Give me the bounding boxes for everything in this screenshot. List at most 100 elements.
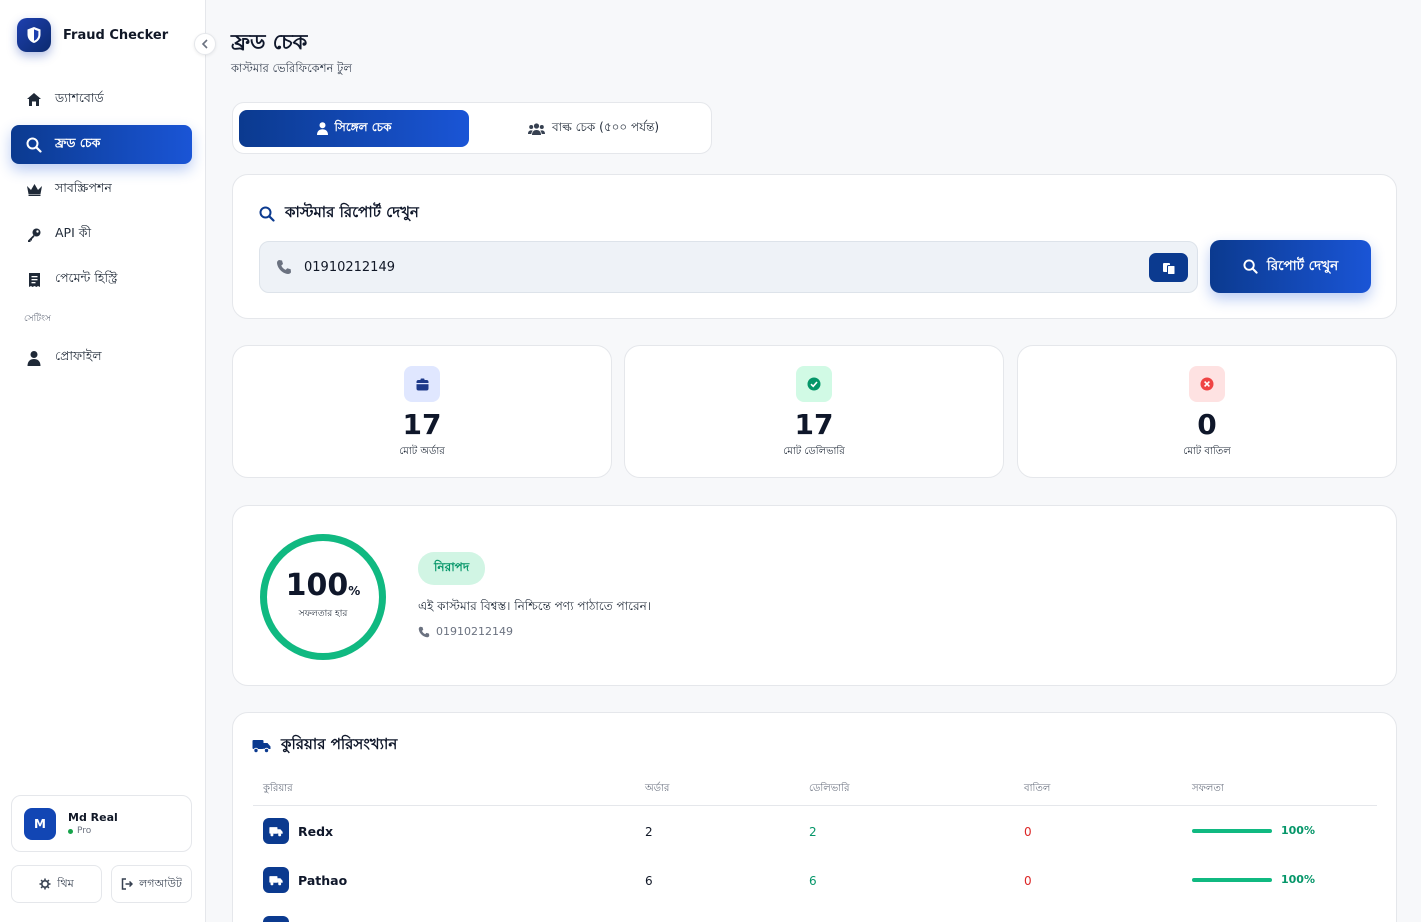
- avatar: M: [24, 807, 56, 840]
- status-badge: নিরাপদ: [418, 552, 486, 585]
- collapse-sidebar-button[interactable]: [194, 33, 216, 55]
- logout-button[interactable]: লগআউট: [111, 865, 192, 903]
- brand[interactable]: Fraud Checker: [17, 18, 168, 52]
- chevron-left-icon: [201, 39, 208, 49]
- column-header-orders: অর্ডার: [645, 783, 670, 794]
- check-circle-icon: [796, 366, 832, 402]
- sidebar-item-dashboard[interactable]: ড্যাশবোর্ড: [11, 80, 192, 119]
- sidebar-item-label: সাবস্ক্রিপশন: [55, 179, 112, 195]
- user-plan-label: Pro: [77, 826, 92, 836]
- phone-icon: [418, 626, 430, 637]
- courier-name: Pathao: [298, 873, 348, 888]
- user-meta: Md Real Pro: [68, 811, 118, 836]
- courier-cancelled: 0: [1024, 825, 1032, 839]
- user-name: Md Real: [68, 811, 118, 824]
- truck-icon: [263, 818, 289, 844]
- courier-stats-card: কুরিয়ার পরিসংখ্যান কুরিয়ার অর্ডার ডেলি…: [232, 712, 1397, 922]
- sidebar-item-api-key[interactable]: API কী: [11, 215, 192, 254]
- stat-value: 17: [794, 408, 834, 441]
- user-icon: [316, 122, 328, 135]
- page-subtitle: কাস্টমার ভেরিফিকেশন টুল: [231, 61, 352, 75]
- truck-icon: [263, 916, 289, 922]
- brand-name: Fraud Checker: [63, 27, 169, 43]
- user-icon: [25, 349, 43, 367]
- success-rate-value: 100%: [258, 568, 388, 603]
- paste-button[interactable]: [1149, 253, 1188, 282]
- column-header-delivered: ডেলিভারি: [809, 783, 850, 794]
- stat-value: 0: [1197, 408, 1217, 441]
- x-circle-icon: [1189, 366, 1225, 402]
- search-card-title-text: কাস্টমার রিপোর্ট দেখুন: [285, 203, 419, 221]
- key-icon: [25, 226, 43, 244]
- theme-button[interactable]: থিম: [11, 865, 102, 903]
- success-rate-ring: 100% সফলতার হার: [258, 532, 388, 662]
- page-title: ফ্রড চেক: [231, 30, 308, 54]
- phone-search-field[interactable]: [259, 241, 1198, 293]
- success-rate-unit: %: [348, 584, 361, 598]
- success-progress-bar: [1192, 829, 1272, 833]
- table-row[interactable]: Pathao 6 6 0 100%: [253, 856, 1377, 905]
- courier-stats-title: কুরিয়ার পরিসংখ্যান: [252, 733, 397, 758]
- shield-logo-icon: [17, 18, 51, 52]
- success-rate-label: সফলতার হার: [298, 609, 348, 619]
- tab-label: বাল্ক চেক (৫০০ পর্যন্ত): [551, 119, 660, 134]
- success-rate-card: 100% সফলতার হার নিরাপদ এই কাস্টমার বিশ্ব…: [232, 505, 1397, 686]
- stat-label: মোট বাতিল: [1183, 446, 1231, 457]
- courier-delivered: 6: [809, 874, 817, 888]
- stat-label: মোট অর্ডার: [399, 446, 445, 457]
- courier-cancelled: 0: [1024, 874, 1032, 888]
- sidebar-item-label: API কী: [55, 224, 92, 240]
- user-card[interactable]: M Md Real Pro: [11, 795, 192, 852]
- logout-icon: [121, 878, 134, 890]
- crown-icon: [25, 181, 43, 199]
- sidebar-item-subscription[interactable]: সাবস্ক্রিপশন: [11, 170, 192, 209]
- sidebar-item-payment-history[interactable]: পেমেন্ট হিস্ট্রি: [11, 260, 192, 299]
- courier-name: Redx: [298, 824, 334, 839]
- view-report-label: রিপোর্ট দেখুন: [1266, 258, 1339, 274]
- gear-icon: [39, 878, 51, 890]
- column-header-cancelled: বাতিল: [1024, 783, 1051, 794]
- tab-bulk-check[interactable]: বাল্ক চেক (৫০০ পর্যন্ত): [481, 110, 706, 147]
- settings-section-label: সেটিংস: [24, 314, 51, 324]
- search-icon: [1243, 259, 1258, 274]
- courier-success: 100%: [1281, 824, 1315, 837]
- phone-input[interactable]: [304, 259, 1124, 275]
- stat-label: মোট ডেলিভারি: [783, 446, 845, 457]
- search-icon: [25, 136, 43, 154]
- logout-label: লগআউট: [139, 876, 182, 890]
- theme-label: থিম: [57, 876, 74, 890]
- courier-stats-title-text: কুরিয়ার পরিসংখ্যান: [281, 735, 398, 753]
- search-card: কাস্টমার রিপোর্ট দেখুন রিপোর্ট দেখুন: [232, 174, 1397, 319]
- table-header: কুরিয়ার অর্ডার ডেলিভারি বাতিল সফলতা: [253, 773, 1377, 806]
- stat-card-delivered: 17 মোট ডেলিভারি: [624, 345, 1004, 478]
- table-row[interactable]: Redx 2 2 0 100%: [253, 807, 1377, 856]
- search-card-title: কাস্টমার রিপোর্ট দেখুন: [259, 201, 419, 226]
- search-icon: [259, 206, 275, 222]
- stat-card-cancelled: 0 মোট বাতিল: [1017, 345, 1397, 478]
- column-header-courier: কুরিয়ার: [263, 783, 293, 794]
- sidebar-item-label: ড্যাশবোর্ড: [55, 89, 104, 105]
- trust-message: এই কাস্টমার বিশ্বস্ত। নিশ্চিন্তে পণ্য পা…: [418, 599, 652, 613]
- stat-card-orders: 17 মোট অর্ডার: [232, 345, 612, 478]
- truck-icon: [252, 739, 271, 753]
- column-header-success: সফলতা: [1192, 783, 1224, 794]
- sidebar: Fraud Checker ড্যাশবোর্ড ফ্রড চেক সাবস্ক…: [0, 0, 216, 922]
- sidebar-item-fraud-check[interactable]: ফ্রড চেক: [11, 125, 192, 164]
- user-plan: Pro: [68, 826, 118, 836]
- truck-icon: [263, 867, 289, 893]
- courier-success: 100%: [1281, 873, 1315, 886]
- box-icon: [404, 366, 440, 402]
- view-report-button[interactable]: রিপোর্ট দেখুন: [1210, 240, 1371, 293]
- stat-value: 17: [402, 408, 442, 441]
- home-icon: [25, 91, 43, 109]
- status-dot: [68, 828, 73, 834]
- users-icon: [527, 122, 545, 135]
- check-mode-tabs: সিঙ্গেল চেক বাল্ক চেক (৫০০ পর্যন্ত): [232, 102, 712, 154]
- sidebar-item-profile[interactable]: প্রোফাইল: [11, 338, 192, 377]
- tab-single-check[interactable]: সিঙ্গেল চেক: [239, 110, 469, 147]
- table-row[interactable]: [253, 905, 1377, 922]
- success-progress-bar: [1192, 878, 1272, 882]
- tab-label: সিঙ্গেল চেক: [334, 119, 392, 134]
- courier-orders: 2: [645, 825, 653, 839]
- courier-orders: 6: [645, 874, 653, 888]
